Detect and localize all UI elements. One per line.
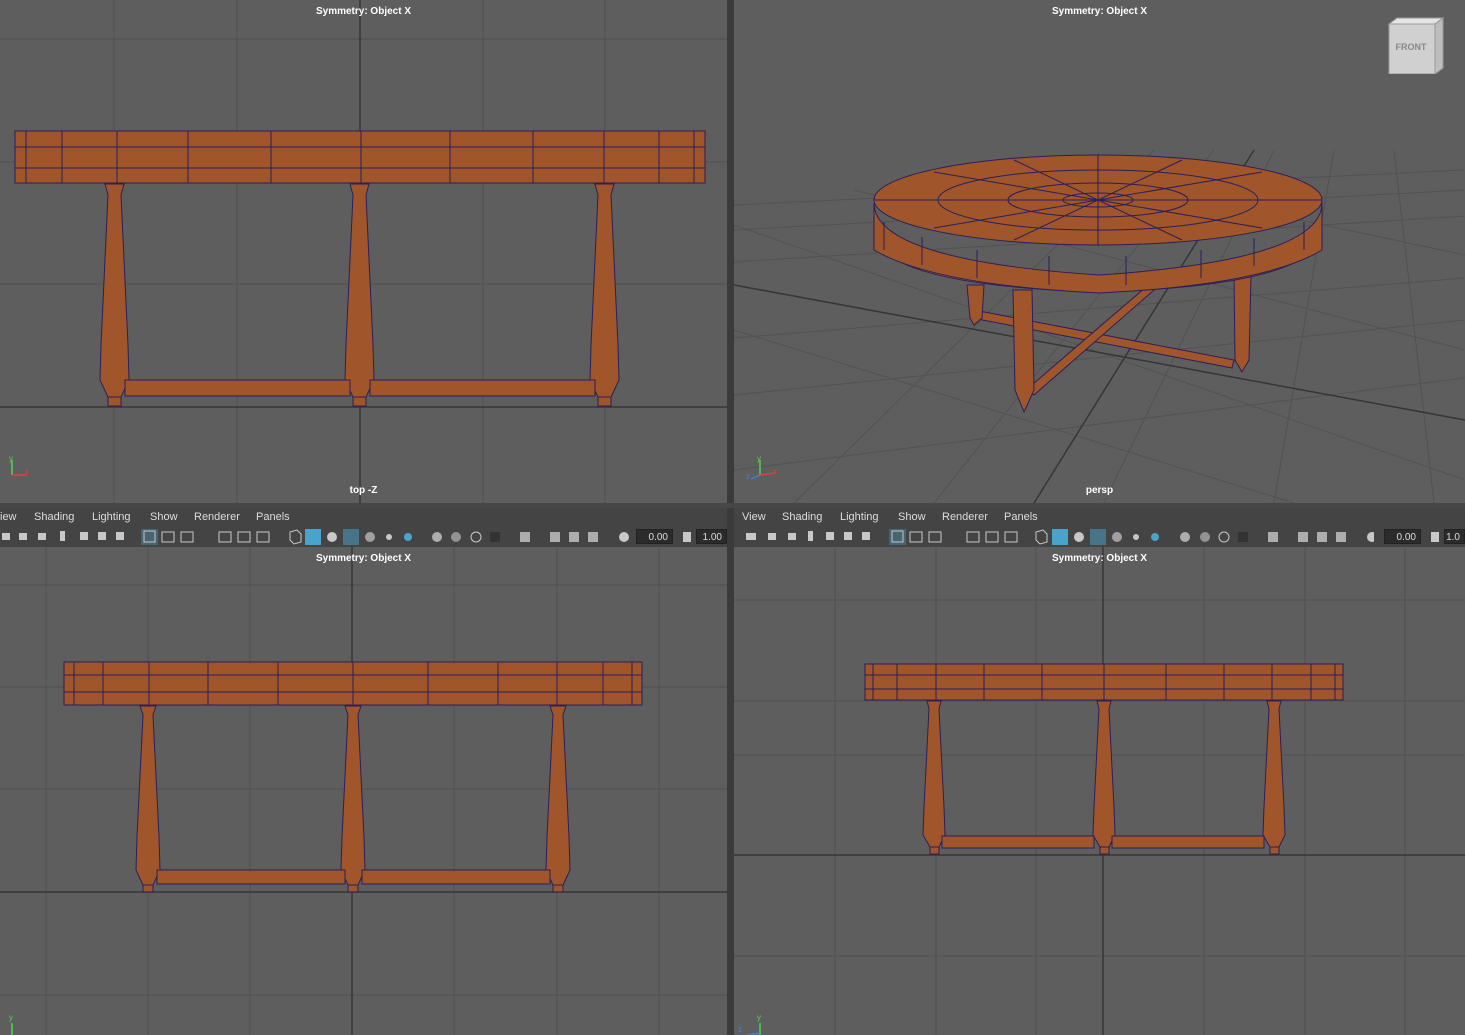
- panel-toolbar-right: 0.00 1.0: [734, 527, 1465, 547]
- menu-renderer[interactable]: Renderer: [942, 511, 988, 523]
- menu-panels[interactable]: Panels: [256, 511, 290, 523]
- bookmark-icon: [60, 531, 65, 541]
- panel-toolbar-left: 0.00 1.00: [0, 527, 727, 547]
- menu-panels[interactable]: Panels: [1004, 511, 1038, 523]
- light-icon: [1133, 534, 1139, 540]
- viewport-canvas[interactable]: [0, 547, 727, 1035]
- menu-renderer[interactable]: Renderer: [194, 511, 240, 523]
- gamma-field[interactable]: 1.00: [696, 529, 727, 544]
- panel-menubar-left: iew Shading Lighting Show Renderer Panel…: [0, 508, 727, 528]
- viewcube[interactable]: FRONT: [1387, 16, 1445, 75]
- gamma-icon[interactable]: [1428, 527, 1442, 547]
- axis-y-label: y: [9, 1013, 13, 1022]
- camera-icon: [746, 533, 756, 540]
- gamma-icon[interactable]: [680, 527, 694, 547]
- menu-shading[interactable]: Shading: [34, 511, 74, 523]
- camera-icon: [2, 533, 10, 540]
- viewport-canvas[interactable]: [734, 0, 1465, 503]
- menu-show[interactable]: Show: [150, 511, 178, 523]
- axis-gizmo: [747, 1023, 761, 1035]
- axis-z-label: z: [746, 472, 750, 481]
- viewport-top-left[interactable]: Symmetry: Object X top -Z y x: [0, 0, 727, 503]
- axis-x-label: x: [773, 467, 777, 476]
- axis-z-label: z: [738, 1025, 742, 1034]
- shadow-icon: [1151, 533, 1159, 541]
- shadow-icon: [404, 533, 412, 541]
- symmetry-label: Symmetry: Object X: [1051, 553, 1148, 564]
- menu-view[interactable]: View: [742, 511, 766, 523]
- axis-y-label: y: [757, 1013, 761, 1022]
- viewcube-label: FRONT: [1395, 42, 1427, 52]
- camera-label: persp: [1085, 485, 1114, 496]
- symmetry-label: Symmetry: Object X: [1051, 6, 1148, 17]
- isolate-icon: [1268, 532, 1278, 542]
- table-mesh: [63, 661, 643, 893]
- wireframe-icon: [1035, 529, 1048, 545]
- viewport-bottom-right[interactable]: Symmetry: Object X y z: [734, 547, 1465, 1035]
- bookmark-icon: [808, 531, 813, 541]
- isolate-icon: [520, 532, 530, 542]
- menu-show[interactable]: Show: [898, 511, 926, 523]
- smooth-shade-icon: [327, 532, 337, 542]
- exposure-icon: [619, 532, 629, 542]
- table-mesh: [864, 663, 1344, 855]
- toolbar-icons[interactable]: [734, 527, 1374, 547]
- toolbar-icons[interactable]: [0, 527, 640, 547]
- axis-y-label: y: [757, 454, 761, 463]
- exposure-icon: [1367, 532, 1374, 542]
- wireframe-icon: [289, 529, 302, 545]
- viewport-canvas[interactable]: [734, 547, 1465, 1035]
- gamma-field[interactable]: 1.0: [1444, 529, 1465, 544]
- exposure-field[interactable]: 0.00: [636, 529, 673, 544]
- texture-icon: [1112, 532, 1122, 542]
- menu-lighting[interactable]: Lighting: [92, 511, 131, 523]
- texture-icon: [365, 532, 375, 542]
- viewport-top-right[interactable]: Symmetry: Object X persp y x z: [734, 0, 1465, 503]
- axis-y-label: y: [9, 454, 13, 463]
- axis-gizmo: [750, 460, 776, 480]
- menu-view[interactable]: iew: [0, 511, 17, 523]
- smooth-shade-icon: [1074, 532, 1084, 542]
- symmetry-label: Symmetry: Object X: [315, 553, 412, 564]
- menu-lighting[interactable]: Lighting: [840, 511, 879, 523]
- panel-splitter[interactable]: [727, 0, 734, 1035]
- symmetry-label: Symmetry: Object X: [315, 6, 412, 17]
- viewport-bottom-left[interactable]: Symmetry: Object X y: [0, 547, 727, 1035]
- table-mesh: [14, 130, 706, 407]
- camera-label: top -Z: [349, 485, 378, 496]
- viewport-canvas[interactable]: [0, 0, 727, 503]
- exposure-field[interactable]: 0.00: [1384, 529, 1421, 544]
- axis-x-label: x: [25, 467, 29, 476]
- light-icon: [386, 534, 392, 540]
- panel-menubar-right: View Shading Lighting Show Renderer Pane…: [734, 508, 1465, 528]
- menu-shading[interactable]: Shading: [782, 511, 822, 523]
